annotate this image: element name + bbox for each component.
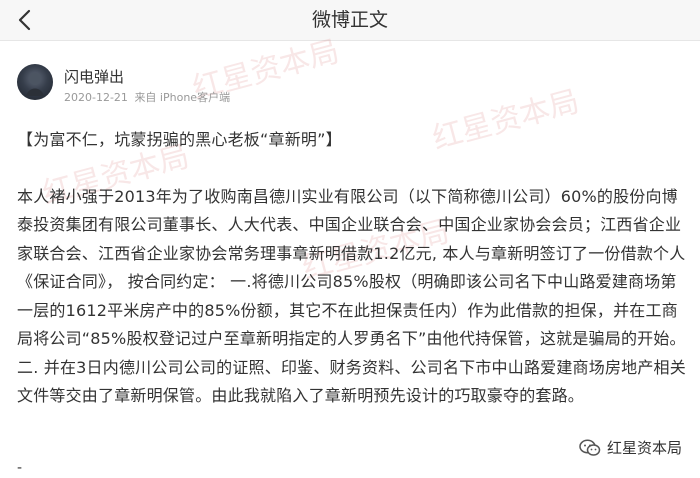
post-paragraph: 二. 并在3日内德川公司公司的证照、印鉴、财务资料、公司名下市中山路爱建商场房地… [17, 357, 686, 406]
post-meta: 2020-12-21 来自 iPhone客户端 [64, 89, 230, 105]
brand-label: 红星资本局 [606, 439, 682, 457]
post-headline: 【为富不仁，坑蒙拐骗的黑心老板“章新明”】 [17, 130, 342, 149]
wechat-icon [579, 439, 601, 456]
avatar[interactable] [17, 64, 53, 100]
author-name[interactable]: 闪电弹出 [64, 66, 124, 87]
post-date: 2020-12-21 [64, 91, 128, 104]
post-body: 【为富不仁，坑蒙拐骗的黑心老板“章新明”】 本人褚小强于2013年为了收购南昌德… [17, 126, 687, 411]
avatar-image [17, 64, 53, 100]
post-trailing-mark: - [17, 460, 23, 476]
brand-watermark: 红星资本局 [579, 437, 682, 458]
post-paragraph: 本人褚小强于2013年为了收购南昌德川实业有限公司（以下简称德川公司）60%的股… [17, 186, 686, 349]
top-bar: 微博正文 [0, 0, 700, 41]
post-source: 来自 iPhone客户端 [134, 91, 231, 104]
page-title: 微博正文 [311, 9, 388, 31]
